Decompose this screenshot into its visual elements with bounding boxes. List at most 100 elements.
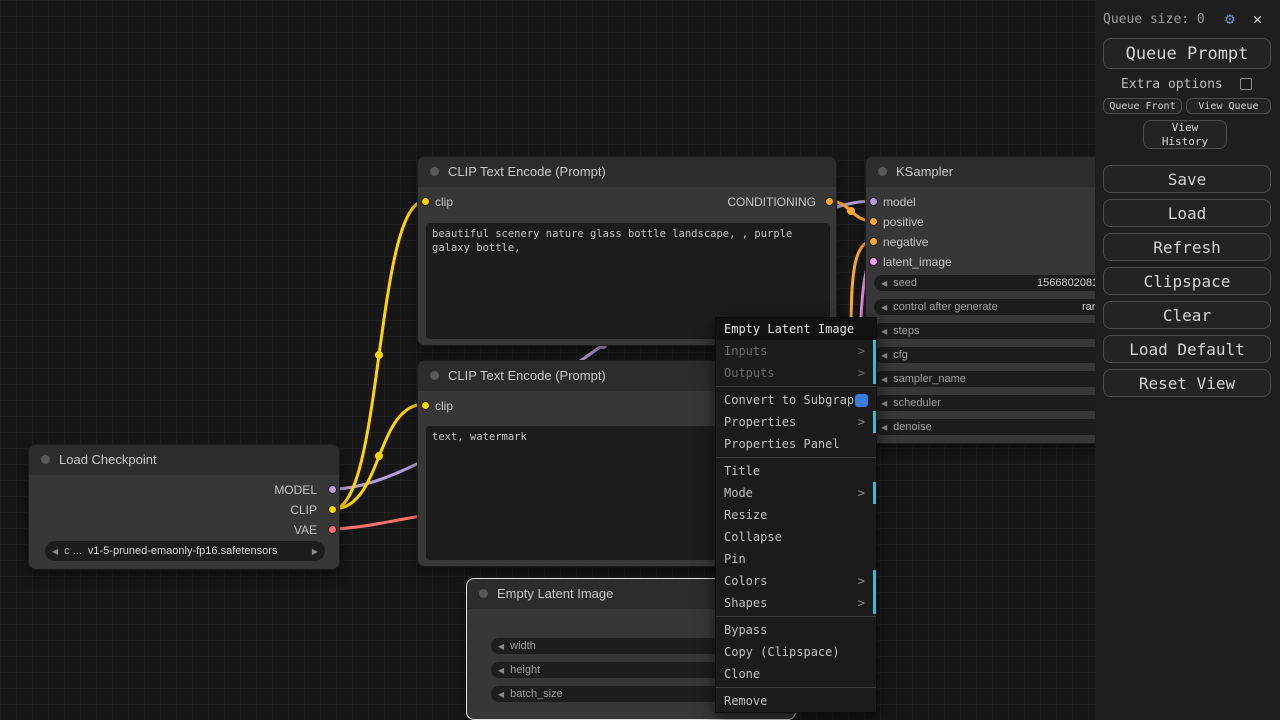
menu-item-clone[interactable]: Clone xyxy=(716,663,876,685)
decrement-arrow-icon[interactable]: ◀ xyxy=(498,642,504,651)
output-slot-vae[interactable] xyxy=(328,525,337,534)
context-menu-title: Empty Latent Image xyxy=(716,318,876,340)
node-graph-canvas[interactable]: CLIP Text Encode (Prompt) clip CONDITION… xyxy=(0,0,1280,720)
menu-item-label: Resize xyxy=(724,508,768,522)
menu-item-shapes[interactable]: Shapes > xyxy=(716,592,876,614)
input-slot-negative[interactable] xyxy=(869,237,878,246)
menu-item-convert-to-subgraph[interactable]: Convert to Subgraph xyxy=(716,389,876,411)
output-slot-clip[interactable] xyxy=(328,505,337,514)
submenu-arrow-icon: > xyxy=(857,344,865,358)
settings-gear-icon[interactable]: ⚙ xyxy=(1225,9,1235,28)
extra-options-checkbox[interactable] xyxy=(1240,78,1252,90)
decrement-arrow-icon[interactable]: ◀ xyxy=(881,303,887,312)
decrement-arrow-icon[interactable]: ◀ xyxy=(881,423,887,432)
widget-label: sampler_name xyxy=(893,373,966,385)
queue-prompt-button[interactable]: Queue Prompt xyxy=(1103,38,1271,69)
widget-label: width xyxy=(510,640,536,652)
node-collapse-dot-icon[interactable] xyxy=(878,167,887,176)
node-collapse-dot-icon[interactable] xyxy=(430,371,439,380)
decrement-arrow-icon[interactable]: ◀ xyxy=(881,351,887,360)
input-label-negative: negative xyxy=(883,235,929,249)
menu-item-remove[interactable]: Remove xyxy=(716,690,876,712)
input-label-positive: positive xyxy=(883,215,924,229)
node-collapse-dot-icon[interactable] xyxy=(479,589,488,598)
input-slot-positive[interactable] xyxy=(869,217,878,226)
widget-steps[interactable]: ◀ steps xyxy=(874,323,1130,339)
widget-label: height xyxy=(510,664,541,676)
queue-front-button[interactable]: Queue Front xyxy=(1103,98,1182,114)
node-collapse-dot-icon[interactable] xyxy=(430,167,439,176)
input-slot-clip[interactable] xyxy=(421,197,430,206)
view-history-button[interactable]: View History xyxy=(1143,120,1227,149)
widget-scheduler[interactable]: ◀ scheduler xyxy=(874,395,1130,411)
decrement-arrow-icon[interactable]: ◀ xyxy=(498,690,504,699)
output-slot-conditioning[interactable] xyxy=(825,197,834,206)
prev-option-arrow-icon[interactable]: ◀ xyxy=(52,547,58,556)
node-title: Empty Latent Image xyxy=(497,586,614,601)
widget-denoise[interactable]: ◀ denoise xyxy=(874,419,1130,435)
menu-item-label: Bypass xyxy=(724,623,768,637)
input-slot-clip[interactable] xyxy=(421,401,430,410)
input-label-clip: clip xyxy=(435,399,454,413)
menu-item-label: Copy (Clipspace) xyxy=(724,645,840,659)
menu-separator xyxy=(716,457,876,458)
node-collapse-dot-icon[interactable] xyxy=(41,455,50,464)
menu-item-properties-panel[interactable]: Properties Panel xyxy=(716,433,876,455)
next-option-arrow-icon[interactable]: ▶ xyxy=(312,547,318,556)
subgraph-icon xyxy=(854,393,868,407)
decrement-arrow-icon[interactable]: ◀ xyxy=(881,327,887,336)
input-slot-model[interactable] xyxy=(869,197,878,206)
widget-label: control after generate xyxy=(893,301,998,313)
menu-item-outputs[interactable]: Outputs > xyxy=(716,362,876,384)
menu-item-pin[interactable]: Pin xyxy=(716,548,876,570)
view-queue-button[interactable]: View Queue xyxy=(1186,98,1271,114)
clear-button[interactable]: Clear xyxy=(1103,301,1271,329)
output-slot-model[interactable] xyxy=(328,485,337,494)
reset-view-button[interactable]: Reset View xyxy=(1103,369,1271,397)
node-header[interactable]: Load Checkpoint xyxy=(29,445,339,475)
widget-value: v1-5-pruned-emaonly-fp16.safetensors xyxy=(87,545,278,557)
close-icon[interactable]: ✕ xyxy=(1253,10,1262,28)
clipspace-button[interactable]: Clipspace xyxy=(1103,267,1271,295)
input-label-clip: clip xyxy=(435,195,454,209)
widget-cfg[interactable]: ◀ cfg xyxy=(874,347,1130,363)
menu-separator xyxy=(716,687,876,688)
load-button[interactable]: Load xyxy=(1103,199,1271,227)
widget-control-after-generate[interactable]: ◀ control after generate randomize xyxy=(874,299,1133,315)
menu-item-properties[interactable]: Properties > xyxy=(716,411,876,433)
menu-item-mode[interactable]: Mode > xyxy=(716,482,876,504)
node-header[interactable]: CLIP Text Encode (Prompt) xyxy=(418,157,836,187)
submenu-arrow-icon: > xyxy=(857,486,865,500)
decrement-arrow-icon[interactable]: ◀ xyxy=(881,375,887,384)
save-button[interactable]: Save xyxy=(1103,165,1271,193)
output-label-clip: CLIP xyxy=(290,503,317,517)
menu-item-collapse[interactable]: Collapse xyxy=(716,526,876,548)
widget-ckpt-name[interactable]: ◀ c ... v1-5-pruned-emaonly-fp16.safeten… xyxy=(45,541,325,561)
queue-size-label: Queue size: 0 xyxy=(1103,12,1205,27)
menu-item-copy-clipspace[interactable]: Copy (Clipspace) xyxy=(716,641,876,663)
menu-item-label: Remove xyxy=(724,694,768,708)
submenu-arrow-icon: > xyxy=(857,366,865,380)
menu-item-inputs[interactable]: Inputs > xyxy=(716,340,876,362)
menu-item-resize[interactable]: Resize xyxy=(716,504,876,526)
widget-sampler-name[interactable]: ◀ sampler_name xyxy=(874,371,1130,387)
menu-item-label: Colors xyxy=(724,574,768,588)
node-load-checkpoint[interactable]: Load Checkpoint MODEL CLIP VAE ◀ c ... v… xyxy=(28,444,340,570)
extra-options-label: Extra options xyxy=(1121,77,1223,92)
decrement-arrow-icon[interactable]: ◀ xyxy=(881,399,887,408)
refresh-button[interactable]: Refresh xyxy=(1103,233,1271,261)
menu-item-label: Outputs xyxy=(724,366,775,380)
node-title: CLIP Text Encode (Prompt) xyxy=(448,164,606,179)
widget-seed[interactable]: ◀ seed 1566802081 xyxy=(874,275,1130,291)
menu-item-colors[interactable]: Colors > xyxy=(716,570,876,592)
menu-item-bypass[interactable]: Bypass xyxy=(716,619,876,641)
menu-item-label: Shapes xyxy=(724,596,768,610)
link-midpoint-dot xyxy=(375,351,383,359)
decrement-arrow-icon[interactable]: ◀ xyxy=(881,279,887,288)
load-default-button[interactable]: Load Default xyxy=(1103,335,1271,363)
decrement-arrow-icon[interactable]: ◀ xyxy=(498,666,504,675)
input-slot-latent-image[interactable] xyxy=(869,257,878,266)
node-title: KSampler xyxy=(896,164,954,179)
menu-item-title[interactable]: Title xyxy=(716,460,876,482)
node-title: Load Checkpoint xyxy=(59,452,157,467)
